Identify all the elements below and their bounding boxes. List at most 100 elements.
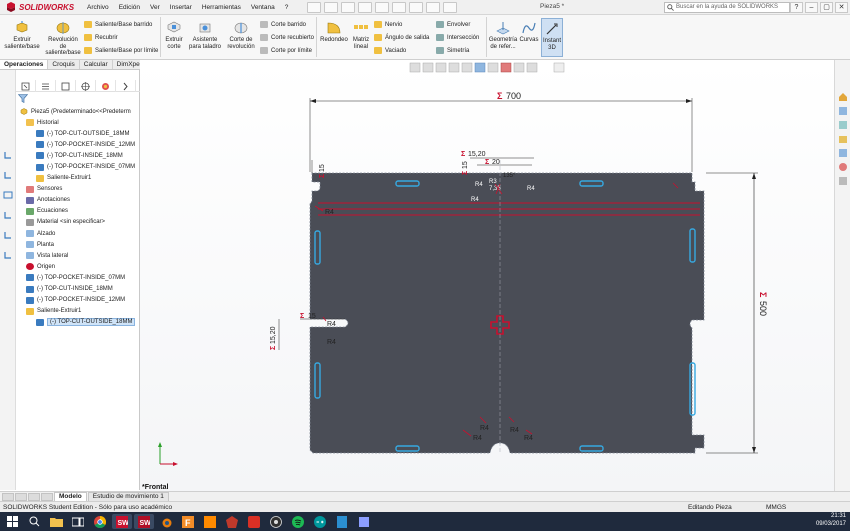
tree-item[interactable]: Ecuaciones <box>16 206 140 217</box>
resources-icon[interactable] <box>838 106 848 116</box>
save-icon[interactable] <box>358 1 373 13</box>
display-style-icon[interactable] <box>474 62 486 73</box>
taskbar-search[interactable] <box>24 514 44 529</box>
vaciado-button[interactable]: Vaciado <box>374 46 406 55</box>
tab-operaciones[interactable]: Operaciones <box>0 60 49 69</box>
print-icon[interactable] <box>375 1 390 13</box>
corte-barrido-button[interactable]: Corte barrido <box>260 20 306 29</box>
line-tool-icon[interactable] <box>3 170 13 180</box>
width-dimension[interactable]: Σ 700 <box>309 91 693 172</box>
tab-calcular[interactable]: Calcular <box>80 60 113 69</box>
open-icon[interactable] <box>341 1 356 13</box>
hide-show-icon[interactable] <box>487 62 499 73</box>
asistente-taladro-button[interactable]: Asistente para taladro <box>188 21 222 50</box>
instant3d-button[interactable]: Instant 3D <box>541 18 563 57</box>
tree-item[interactable]: Anotaciones <box>16 195 140 206</box>
configuration-manager-tab[interactable] <box>56 80 76 92</box>
options-icon[interactable] <box>443 1 458 13</box>
minimize-button[interactable]: – <box>805 2 818 13</box>
property-manager-tab[interactable] <box>36 80 56 92</box>
filter-icon[interactable] <box>18 94 28 103</box>
matriz-lineal-button[interactable]: Matriz lineal <box>350 21 372 50</box>
taskbar-illustrator[interactable] <box>200 514 220 529</box>
edit-appearance-icon[interactable] <box>500 62 512 73</box>
first-tab-arrow[interactable] <box>2 492 14 501</box>
nervio-button[interactable]: Nervio <box>374 20 402 29</box>
taskbar-obs[interactable] <box>266 514 286 529</box>
new-document-icon[interactable] <box>324 1 339 13</box>
home-icon[interactable] <box>307 1 322 13</box>
maximize-button[interactable]: ▢ <box>820 2 833 13</box>
next-tab-arrow[interactable] <box>28 492 40 501</box>
taskbar-notes[interactable] <box>332 514 352 529</box>
saliente-limite-button[interactable]: Saliente/Base por límite <box>84 46 158 55</box>
rebuild-icon[interactable] <box>426 1 441 13</box>
taskbar-blender[interactable] <box>156 514 176 529</box>
tree-item[interactable]: (-) TOP-POCKET-INSIDE_07MM <box>16 161 140 172</box>
previous-view-icon[interactable] <box>435 62 447 73</box>
corte-recubierto-button[interactable]: Corte recubierto <box>260 33 314 42</box>
help-icon[interactable]: ? <box>790 2 803 13</box>
simetria-button[interactable]: Simetría <box>436 46 469 55</box>
view-orientation-icon[interactable] <box>461 62 473 73</box>
extruir-corte-button[interactable]: Extruir corte <box>162 21 186 50</box>
revolucion-saliente-button[interactable]: Revolución de saliente/base <box>44 21 82 57</box>
tree-item[interactable]: Alzado <box>16 228 140 239</box>
taskbar-teams[interactable] <box>354 514 374 529</box>
taskbar-file-explorer[interactable] <box>46 514 66 529</box>
view-palette-icon[interactable] <box>838 148 848 158</box>
corte-revolucion-button[interactable]: Corte de revolución <box>224 21 258 50</box>
recubrir-button[interactable]: Recubrir <box>84 33 118 42</box>
panel-expand-tab[interactable] <box>116 80 136 92</box>
taskbar-acrobat[interactable] <box>244 514 264 529</box>
undo-icon[interactable] <box>392 1 407 13</box>
taskbar-spotify[interactable] <box>288 514 308 529</box>
tab-croquis[interactable]: Croquis <box>48 60 80 69</box>
menu-edicion[interactable]: Edición <box>114 4 145 11</box>
tree-item[interactable]: (-) TOP-POCKET-INSIDE_12MM <box>16 295 140 306</box>
redondeo-button[interactable]: Redondeo <box>318 21 350 44</box>
scene-icon[interactable] <box>513 62 525 73</box>
solidworks-logo[interactable]: SOLIDWORKS <box>0 2 82 12</box>
help-search-input[interactable]: Buscar en la ayuda de SOLIDWORKS <box>664 2 790 13</box>
menu-ver[interactable]: Ver <box>145 4 165 11</box>
taskbar-chrome[interactable] <box>90 514 110 529</box>
select-icon[interactable] <box>409 1 424 13</box>
tree-item[interactable]: Origen <box>16 261 140 272</box>
menu-help[interactable]: ? <box>280 4 294 11</box>
curvas-button[interactable]: Curvas <box>518 21 540 44</box>
file-explorer-icon[interactable] <box>838 134 848 144</box>
envolver-button[interactable]: Envolver <box>436 20 470 29</box>
windows-start-button[interactable] <box>2 514 22 529</box>
geometria-referencia-button[interactable]: Geometría de refer... <box>488 21 518 50</box>
tree-item[interactable]: Planta <box>16 239 140 250</box>
tree-item[interactable]: (-) TOP-CUT-OUTSIDE_18MM <box>16 128 140 139</box>
plane-tool-icon[interactable] <box>3 230 13 240</box>
tree-item[interactable]: Saliente-Extruir1 <box>16 306 140 317</box>
taskbar-solidworks-2[interactable]: SW <box>134 514 154 529</box>
taskbar-sketchup[interactable] <box>222 514 242 529</box>
design-library-icon[interactable] <box>838 120 848 130</box>
maximize-viewport-icon[interactable] <box>553 62 565 73</box>
tree-item[interactable]: (-) TOP-POCKET-INSIDE_07MM <box>16 272 140 283</box>
menu-ventana[interactable]: Ventana <box>246 4 280 11</box>
tree-item[interactable]: (-) TOP-CUT-INSIDE_18MM <box>16 284 140 295</box>
measure-tool-icon[interactable] <box>3 210 13 220</box>
height-dimension[interactable]: Σ 500 <box>706 172 768 454</box>
taskbar-fusion[interactable]: F <box>178 514 198 529</box>
angulo-salida-button[interactable]: Ángulo de salida <box>374 33 429 42</box>
extruir-saliente-button[interactable]: Extruir saliente/base <box>2 21 42 50</box>
custom-properties-icon[interactable] <box>838 176 848 186</box>
taskbar-solidworks[interactable]: SW <box>112 514 132 529</box>
dimxpert-manager-tab[interactable] <box>76 80 96 92</box>
units-selector[interactable]: MMGS <box>766 504 786 511</box>
view-settings-icon[interactable] <box>526 62 538 73</box>
tree-item[interactable]: Material <sin especificar> <box>16 217 140 228</box>
menu-herramientas[interactable]: Herramientas <box>197 4 246 11</box>
zoom-fit-icon[interactable] <box>409 62 421 73</box>
axis-tool-icon[interactable] <box>3 250 13 260</box>
tab-modelo[interactable]: Modelo <box>54 492 87 501</box>
tab-estudio-movimiento[interactable]: Estudio de movimiento 1 <box>87 492 169 501</box>
tree-item[interactable]: (-) TOP-POCKET-INSIDE_12MM <box>16 139 140 150</box>
tree-item[interactable]: Historial <box>16 117 140 128</box>
